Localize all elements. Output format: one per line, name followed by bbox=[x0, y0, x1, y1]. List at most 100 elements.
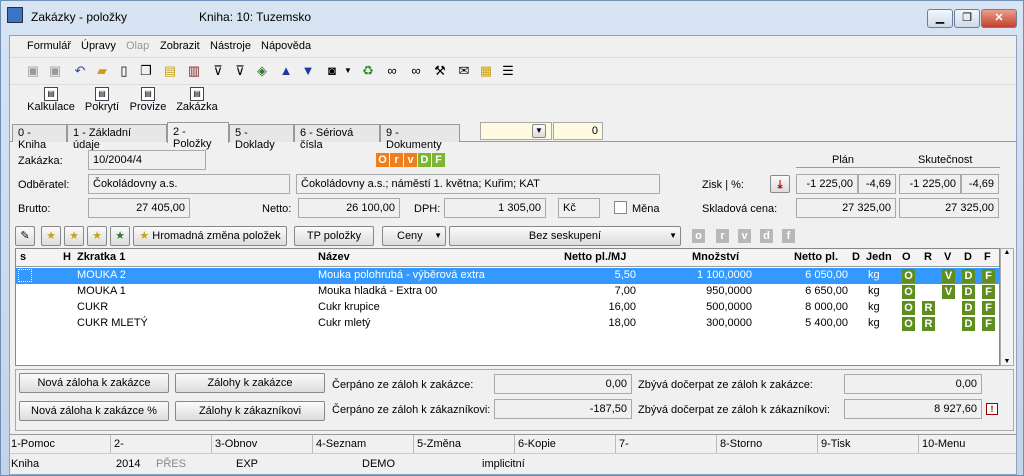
tools-icon[interactable]: ⚒ bbox=[432, 63, 448, 79]
fkey-9[interactable]: 9-Tisk bbox=[821, 438, 851, 450]
filter-edit-icon[interactable]: ⊽ bbox=[232, 63, 248, 79]
open-folder-icon[interactable]: ▰ bbox=[94, 63, 110, 79]
menu-formular[interactable]: Formulář bbox=[27, 40, 71, 52]
filter-o-icon[interactable]: o bbox=[692, 229, 705, 243]
filter-icon[interactable]: ⊽ bbox=[210, 63, 226, 79]
tab-counter[interactable]: 0 bbox=[553, 122, 603, 140]
fkey-3[interactable]: 3-Obnov bbox=[215, 438, 257, 450]
binoculars-next-icon[interactable]: ∞ bbox=[408, 63, 424, 79]
binoculars-icon[interactable]: ∞ bbox=[384, 63, 400, 79]
col-netto-mj[interactable]: Netto pl./MJ bbox=[564, 251, 626, 263]
camera-icon[interactable]: ◙ bbox=[324, 63, 340, 79]
grid-scrollbar[interactable]: ▲ ▼ bbox=[1000, 248, 1014, 366]
row-flag-f: F bbox=[982, 317, 995, 331]
filter-f-icon[interactable]: f bbox=[782, 229, 795, 243]
copy-icon[interactable]: ❐ bbox=[138, 63, 154, 79]
fkey-1[interactable]: 1-Pomoc bbox=[11, 438, 55, 450]
col-netto[interactable]: Netto pl. bbox=[794, 251, 838, 263]
book-icon[interactable]: ▥ bbox=[186, 63, 202, 79]
col-d[interactable]: D bbox=[852, 251, 860, 263]
minimize-button[interactable]: ▁ bbox=[927, 9, 953, 28]
filter-d-icon[interactable]: d bbox=[760, 229, 773, 243]
kalkulace-button[interactable]: ▤ Kalkulace bbox=[26, 87, 76, 113]
fkey-8[interactable]: 8-Storno bbox=[720, 438, 762, 450]
fkey-6[interactable]: 6-Kopie bbox=[518, 438, 556, 450]
advances-order-button[interactable]: Zálohy k zakázce bbox=[175, 373, 325, 393]
table-row[interactable]: MOUKA 1 Mouka hladká - Extra 00 7,00 950,00… bbox=[16, 284, 999, 300]
col-v[interactable]: V bbox=[944, 251, 951, 263]
new-document-icon[interactable]: ▯ bbox=[116, 63, 132, 79]
col-o[interactable]: O bbox=[902, 251, 911, 263]
close-button[interactable]: ✕ bbox=[981, 9, 1017, 28]
zakazka-button[interactable]: ▤ Zakázka bbox=[173, 87, 221, 113]
tab-kniha[interactable]: 0 - Kniha bbox=[12, 124, 67, 151]
zakazka-field[interactable]: 10/2004/4 bbox=[88, 150, 206, 170]
filter-r-icon[interactable]: r bbox=[716, 229, 729, 243]
col-r[interactable]: R bbox=[924, 251, 932, 263]
menu-napoveda[interactable]: Nápověda bbox=[261, 40, 311, 52]
new-advance-pct-button[interactable]: Nová záloha k zakázce % bbox=[19, 401, 169, 421]
zbyva-zakaznik-field: 8 927,60 bbox=[844, 399, 982, 419]
col-mnozstvi[interactable]: Množství bbox=[692, 251, 739, 263]
tp-items-button[interactable]: TP položky bbox=[294, 226, 374, 246]
table-row[interactable]: MOUKA 2 Mouka polohrubá - výběrová extra 5… bbox=[16, 268, 999, 284]
tab-dokumenty[interactable]: 9 - Dokumenty bbox=[380, 124, 460, 151]
table-row[interactable]: CUKR Cukr krupice 16,00 500,0000 8 000,00 kg O… bbox=[16, 300, 999, 316]
dropdown-icon[interactable]: ▼ bbox=[340, 63, 356, 79]
prices-dropdown[interactable]: Ceny ▼ bbox=[382, 226, 446, 246]
menu-upravy[interactable]: Úpravy bbox=[81, 40, 116, 52]
tab-zakladni-udaje[interactable]: 1 - Základní údaje bbox=[67, 124, 167, 151]
fkey-5[interactable]: 5-Změna bbox=[417, 438, 461, 450]
new-advance-button[interactable]: Nová záloha k zakázce bbox=[19, 373, 169, 393]
arrow-up-icon[interactable]: ▲ bbox=[278, 63, 294, 79]
menu-icon[interactable]: ☰ bbox=[500, 63, 516, 79]
scroll-up-icon[interactable]: ▲ bbox=[1001, 249, 1013, 256]
mail-icon[interactable]: ✉ bbox=[456, 63, 472, 79]
star-settings-icon[interactable]: ★ bbox=[110, 226, 130, 246]
filter-v-icon[interactable]: v bbox=[738, 229, 751, 243]
edit-items-icon[interactable]: ✎ bbox=[15, 226, 35, 246]
fkey-7[interactable]: 7- bbox=[619, 438, 629, 450]
star-delete-icon[interactable]: ★ bbox=[87, 226, 107, 246]
tab-doklady[interactable]: 5 - Doklady bbox=[229, 124, 294, 151]
col-jedn[interactable]: Jedn bbox=[866, 251, 892, 263]
star-edit-icon[interactable]: ★ bbox=[64, 226, 84, 246]
lock-icon[interactable]: ▤ bbox=[162, 63, 178, 79]
zisk-recalc-icon[interactable]: ⤓ bbox=[770, 175, 790, 193]
provize-button[interactable]: ▤ Provize bbox=[127, 87, 169, 113]
fkey-10[interactable]: 10-Menu bbox=[922, 438, 965, 450]
mena-label: Měna bbox=[632, 203, 660, 215]
tab-seriova-cisla[interactable]: 6 - Sériová čísla bbox=[294, 124, 380, 151]
col-f[interactable]: F bbox=[984, 251, 991, 263]
star-add-icon[interactable]: ★ bbox=[41, 226, 61, 246]
clipboard-icon[interactable]: ▦ bbox=[478, 63, 494, 79]
fkey-4[interactable]: 4-Seznam bbox=[316, 438, 366, 450]
advances-customer-button[interactable]: Zálohy k zákazníkovi bbox=[175, 401, 325, 421]
arrow-down-icon[interactable]: ▼ bbox=[300, 63, 316, 79]
table-row[interactable]: CUKR MLETÝ Cukr mletý 18,00 300,0000 5 400,0… bbox=[16, 316, 999, 332]
grouping-dropdown[interactable]: Bez seskupení ▼ bbox=[449, 226, 681, 246]
col-d2[interactable]: D bbox=[964, 251, 972, 263]
recycle-icon[interactable]: ♻ bbox=[360, 63, 376, 79]
flag-r: r bbox=[390, 153, 403, 167]
col-nazev[interactable]: Název bbox=[318, 251, 350, 263]
tab-polozky[interactable]: 2 - Položky bbox=[167, 122, 229, 150]
col-s[interactable]: s bbox=[20, 251, 26, 263]
layers-icon[interactable]: ◈ bbox=[254, 63, 270, 79]
menu-nastroje[interactable]: Nástroje bbox=[210, 40, 251, 52]
fkey-2[interactable]: 2- bbox=[114, 438, 124, 450]
row-flag-o: O bbox=[902, 301, 915, 315]
warning-icon[interactable]: ! bbox=[986, 403, 998, 415]
bulk-star-icon: ★ bbox=[139, 230, 150, 242]
col-zkratka[interactable]: Zkratka 1 bbox=[77, 251, 125, 263]
mena-checkbox[interactable] bbox=[614, 201, 627, 214]
restore-button[interactable]: ❐ bbox=[954, 9, 980, 28]
col-h[interactable]: H bbox=[63, 251, 71, 263]
odberatel-field[interactable]: Čokoládovny a.s. bbox=[88, 174, 290, 194]
pokryti-button[interactable]: ▤ Pokrytí bbox=[82, 87, 122, 113]
tab-filter-dropdown-icon[interactable]: ▼ bbox=[532, 124, 546, 138]
undo-icon[interactable]: ↶ bbox=[72, 63, 88, 79]
bulk-change-button[interactable]: ★ Hromadná změna položek bbox=[133, 226, 287, 246]
scroll-down-icon[interactable]: ▼ bbox=[1001, 358, 1013, 365]
menu-zobrazit[interactable]: Zobrazit bbox=[160, 40, 200, 52]
